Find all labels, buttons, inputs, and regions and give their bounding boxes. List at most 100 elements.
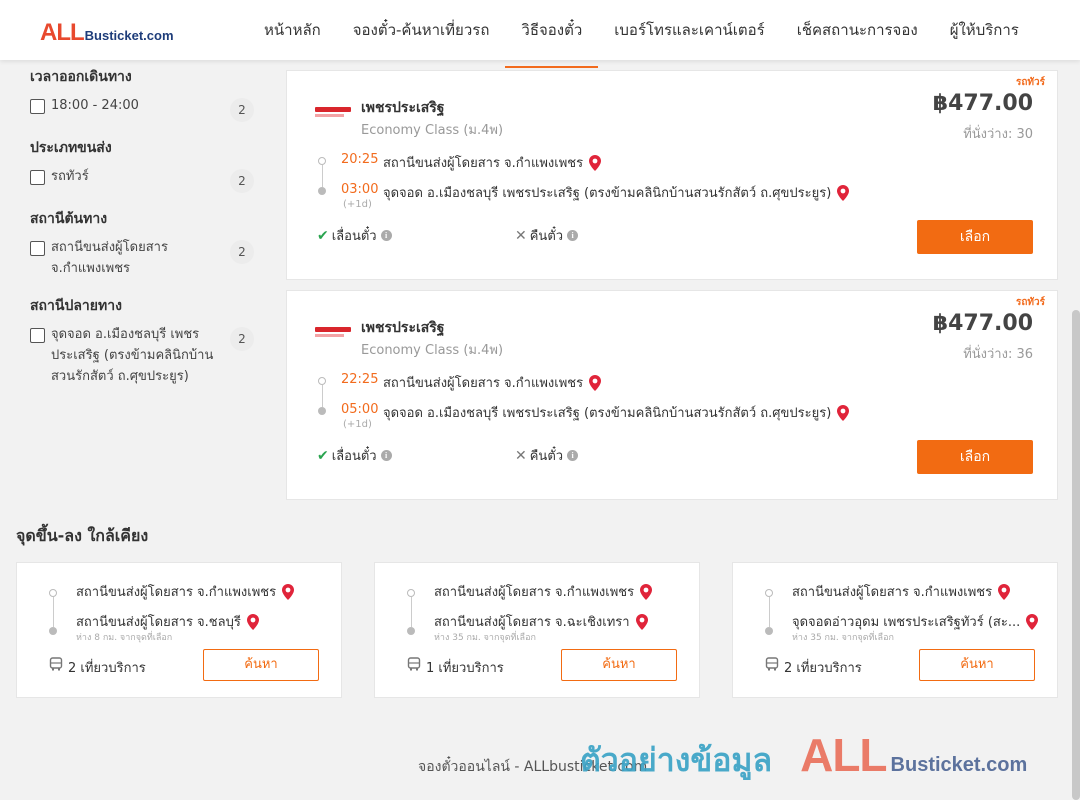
nearby-to-text: สถานีขนส่งผู้โดยสาร จ.ชลบุรี [76, 615, 241, 630]
filter-option-label: 18:00 - 24:00 [51, 98, 139, 113]
nearby-search-button[interactable]: ค้นหา [203, 649, 319, 681]
count-badge: 2 [230, 169, 254, 193]
bus-class: Economy Class (ม.4พ) [361, 343, 504, 358]
arrive-place-text: จุดจอด อ.เมืองชลบุรี เพชรประเสริฐ (ตรงข้… [383, 406, 832, 421]
cross-icon: ✕ [515, 447, 527, 464]
info-icon[interactable]: i [567, 450, 579, 461]
watermark-logo-rest: Busticket.com [890, 754, 1028, 776]
nearby-trip-count: 2 เที่ยวบริการ [68, 661, 146, 676]
filter-checkbox[interactable] [30, 328, 45, 343]
nearby-to-text: จุดจอดอ่าวอุดม เพชรประเสริฐทัวร์ (สะ... [792, 615, 1021, 630]
nearby-search-button[interactable]: ค้นหา [919, 649, 1035, 681]
nearby-search-button[interactable]: ค้นหา [561, 649, 677, 681]
nav-operators[interactable]: ผู้ให้บริการ [934, 0, 1035, 60]
nearby-to: จุดจอดอ่าวอุดม เพชรประเสริฐทัวร์ (สะ... [792, 611, 1039, 632]
check-icon: ✔ [317, 227, 329, 244]
filter-checkbox[interactable] [30, 99, 45, 114]
nearby-section-title: จุดขึ้น-ลง ใกล้เคียง [16, 526, 149, 545]
nav-contact-counter[interactable]: เบอร์โทรและเคาน์เตอร์ [598, 0, 780, 60]
arrive-time: 03:00 [341, 182, 379, 197]
filter-option[interactable]: 18:00 - 24:00 2 [30, 98, 260, 122]
site-logo[interactable]: ALL Busticket.com [40, 19, 174, 47]
map-pin-icon[interactable] [635, 613, 648, 630]
timeline-start-dot [318, 377, 326, 385]
operator-logo-icon [315, 107, 351, 117]
timeline-line [322, 385, 323, 407]
filter-option-label: รถทัวร์ [51, 169, 89, 184]
map-pin-icon[interactable] [246, 613, 259, 630]
select-trip-button[interactable]: เลือก [917, 220, 1033, 254]
map-pin-icon[interactable] [589, 374, 602, 391]
vehicle-type-tag: รถทัวร์ [1015, 297, 1045, 308]
nearby-route-card: สถานีขนส่งผู้โดยสาร จ.กำแพงเพชร จุดจอดอ่… [732, 562, 1058, 698]
main-nav: หน้าหลัก จองตั๋ว-ค้นหาเที่ยวรถ วิธีจองตั… [248, 0, 1035, 68]
nav-how-to-book[interactable]: วิธีจองตั๋ว [505, 0, 599, 68]
bus-icon [407, 657, 421, 671]
operator-name: เพชรประเสริฐ [361, 100, 445, 116]
reschedule-feature: ✔ เลื่อนตั๋ว i [317, 445, 392, 466]
filter-destination: สถานีปลายทาง จุดจอด อ.เมืองชลบุรี เพชรปร… [30, 295, 260, 387]
timeline-end-dot [765, 627, 773, 635]
check-icon: ✔ [317, 447, 329, 464]
bus-icon [765, 657, 779, 671]
map-pin-icon[interactable] [1026, 613, 1039, 630]
nearby-distance: ห่าง 35 กม. จากจุดที่เลือก [434, 633, 536, 643]
trip-card: รถทัวร์ เพชรประเสริฐ Economy Class (ม.4พ… [286, 290, 1058, 500]
nearby-from: สถานีขนส่งผู้โดยสาร จ.กำแพงเพชร [434, 581, 653, 602]
map-pin-icon[interactable] [837, 184, 850, 201]
info-icon[interactable]: i [567, 230, 579, 241]
nav-check-booking[interactable]: เช็คสถานะการจอง [781, 0, 934, 60]
vehicle-type-tag: รถทัวร์ [1015, 77, 1045, 88]
count-badge: 2 [230, 240, 254, 264]
filter-checkbox[interactable] [30, 170, 45, 185]
reschedule-label: เลื่อนตั๋ว [331, 449, 377, 464]
map-pin-icon[interactable] [998, 583, 1011, 600]
timeline-start-dot [49, 589, 57, 597]
nearby-to-text: สถานีขนส่งผู้โดยสาร จ.ฉะเชิงเทรา [434, 615, 630, 630]
arrive-place: จุดจอด อ.เมืองชลบุรี เพชรประเสริฐ (ตรงข้… [383, 402, 850, 423]
filter-option-label: จุดจอด อ.เมืองชลบุรี เพชรประเสริฐ (ตรงข้… [51, 327, 214, 384]
operator-name: เพชรประเสริฐ [361, 320, 445, 336]
nav-book-search[interactable]: จองตั๋ว-ค้นหาเที่ยวรถ [337, 0, 506, 60]
seats-available: ที่นั่งว่าง: 36 [963, 347, 1033, 362]
map-pin-icon[interactable] [640, 583, 653, 600]
map-pin-icon[interactable] [837, 404, 850, 421]
filter-option[interactable]: รถทัวร์ 2 [30, 169, 260, 193]
count-badge: 2 [230, 98, 254, 122]
filter-checkbox[interactable] [30, 241, 45, 256]
timeline-line [53, 597, 54, 627]
arrive-time: 05:00 [341, 402, 379, 417]
info-icon[interactable]: i [380, 450, 392, 461]
nearby-distance: ห่าง 35 กม. จากจุดที่เลือก [792, 633, 894, 643]
timeline-end-dot [49, 627, 57, 635]
timeline-line [411, 597, 412, 627]
filter-option[interactable]: จุดจอด อ.เมืองชลบุรี เพชรประเสริฐ (ตรงข้… [30, 327, 260, 387]
select-trip-button[interactable]: เลือก [917, 440, 1033, 474]
nav-home[interactable]: หน้าหลัก [248, 0, 337, 60]
timeline-end-dot [318, 187, 326, 195]
depart-time: 22:25 [341, 372, 379, 387]
nearby-route-card: สถานีขนส่งผู้โดยสาร จ.กำแพงเพชร สถานีขนส… [374, 562, 700, 698]
trip-price: ฿477.00 [932, 311, 1033, 336]
filter-title: สถานีต้นทาง [30, 211, 108, 227]
filter-origin: สถานีต้นทาง สถานีขนส่งผู้โดยสาร จ.กำแพงเ… [30, 208, 260, 279]
next-day-indicator: (+1d) [343, 419, 372, 430]
map-pin-icon[interactable] [282, 583, 295, 600]
timeline-start-dot [318, 157, 326, 165]
nearby-from-text: สถานีขนส่งผู้โดยสาร จ.กำแพงเพชร [434, 585, 635, 600]
info-icon[interactable]: i [380, 230, 392, 241]
trip-card: รถทัวร์ เพชรประเสริฐ Economy Class (ม.4พ… [286, 70, 1058, 280]
next-day-indicator: (+1d) [343, 199, 372, 210]
bus-class: Economy Class (ม.4พ) [361, 123, 504, 138]
filter-option[interactable]: สถานีขนส่งผู้โดยสาร จ.กำแพงเพชร 2 [30, 240, 260, 279]
nearby-from-text: สถานีขนส่งผู้โดยสาร จ.กำแพงเพชร [792, 585, 993, 600]
nearby-to: สถานีขนส่งผู้โดยสาร จ.ชลบุรี [76, 611, 259, 632]
map-pin-icon[interactable] [589, 154, 602, 171]
nearby-from: สถานีขนส่งผู้โดยสาร จ.กำแพงเพชร [792, 581, 1011, 602]
page-scrollbar[interactable] [1072, 310, 1080, 800]
cross-icon: ✕ [515, 227, 527, 244]
nearby-to: สถานีขนส่งผู้โดยสาร จ.ฉะเชิงเทรา [434, 611, 648, 632]
sample-data-watermark: ตัวอย่างข้อมูล ALL Busticket.com [580, 728, 1027, 786]
timeline-end-dot [407, 627, 415, 635]
timeline-line [769, 597, 770, 627]
